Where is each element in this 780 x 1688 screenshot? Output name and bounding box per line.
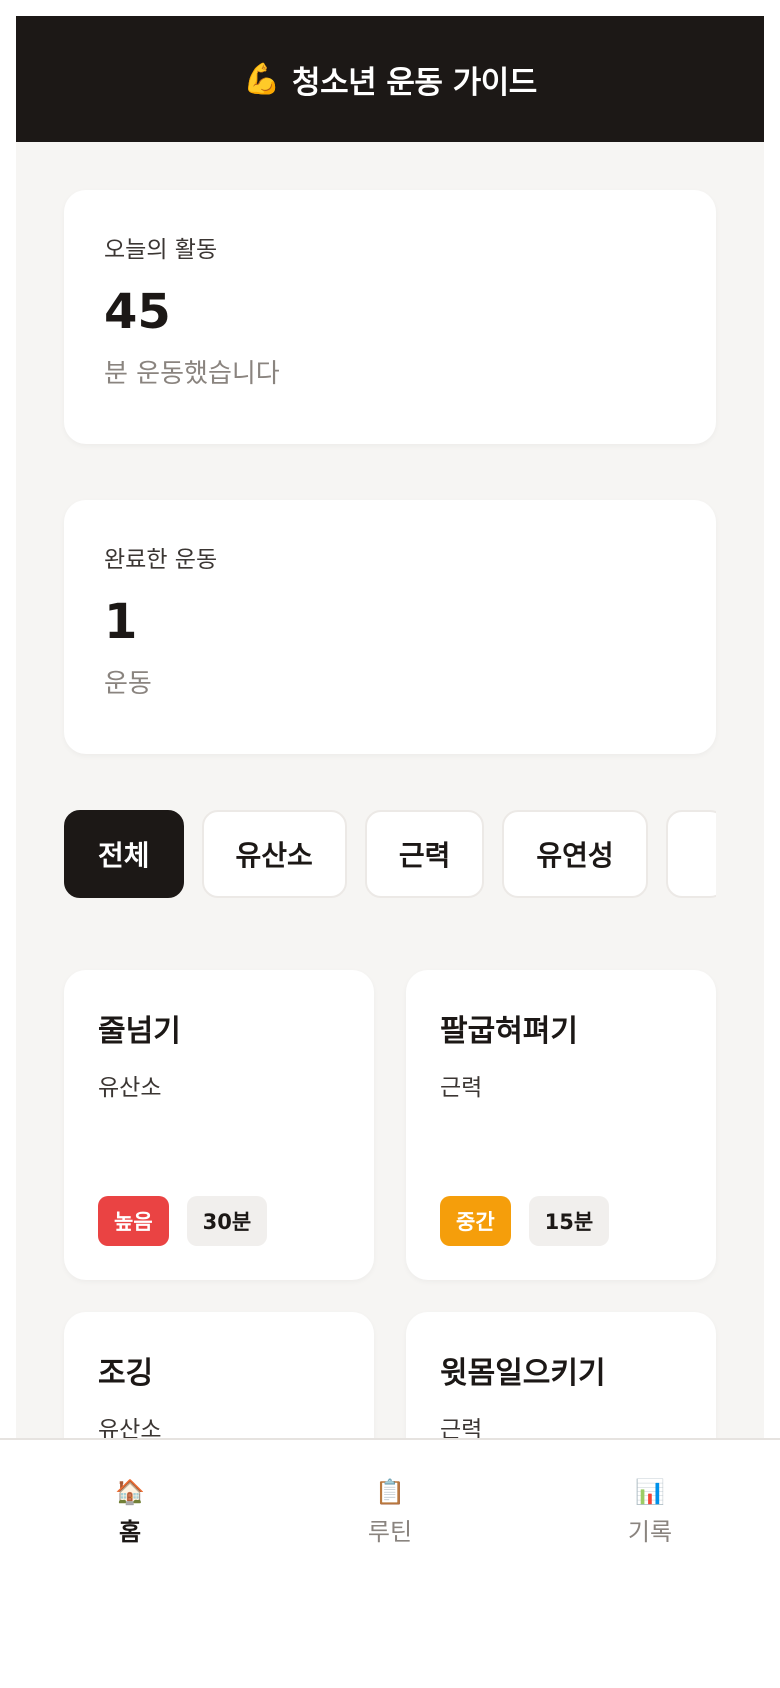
flexed-biceps-icon: 💪 xyxy=(243,61,281,97)
filter-chip-more[interactable] xyxy=(665,810,716,898)
nav-label: 기록 xyxy=(627,1518,673,1546)
exercise-card[interactable]: 윗몸일으키기 근력 xyxy=(406,1312,716,1456)
nav-item-records[interactable]: 📊 기록 xyxy=(520,1440,780,1568)
filter-chip-cardio[interactable]: 유산소 xyxy=(201,810,347,898)
clipboard-icon: 📋 xyxy=(375,1478,405,1506)
exercise-name: 조깅 xyxy=(98,1356,154,1391)
exercise-category: 근력 xyxy=(440,1075,483,1101)
filter-chip-flexibility[interactable]: 유연성 xyxy=(502,810,648,898)
exercise-tags: 중간 15분 xyxy=(440,1196,610,1246)
intensity-badge: 높음 xyxy=(98,1196,169,1246)
stat-unit: 분 운동했습니다 xyxy=(104,358,280,389)
stat-label: 완료한 운동 xyxy=(104,547,218,573)
exercise-tags: 높음 30분 xyxy=(98,1196,268,1246)
app-header: 💪 청소년 운동 가이드 xyxy=(16,16,764,142)
exercise-card[interactable]: 조깅 유산소 xyxy=(64,1312,374,1456)
exercise-card[interactable]: 팔굽혀펴기 근력 중간 15분 xyxy=(406,970,716,1280)
stat-label: 오늘의 활동 xyxy=(104,237,218,263)
exercise-grid: 줄넘기 유산소 높음 30분 팔굽혀펴기 근력 중간 15분 조깅 유산소 윗몸… xyxy=(64,970,716,1456)
exercise-category: 유산소 xyxy=(98,1075,162,1101)
stat-value: 45 xyxy=(104,284,171,340)
exercise-name: 윗몸일으키기 xyxy=(440,1356,606,1391)
stat-unit: 운동 xyxy=(104,668,152,699)
intensity-badge: 중간 xyxy=(440,1196,511,1246)
exercise-name: 줄넘기 xyxy=(98,1014,181,1049)
nav-item-home[interactable]: 🏠 홈 xyxy=(0,1440,260,1568)
completed-exercises-card: 완료한 운동 1 운동 xyxy=(64,500,716,754)
filter-chip-strength[interactable]: 근력 xyxy=(364,810,485,898)
duration-badge: 30분 xyxy=(186,1196,268,1246)
app-title: 청소년 운동 가이드 xyxy=(292,64,537,101)
bottom-navigation: 🏠 홈 📋 루틴 📊 기록 xyxy=(0,1438,780,1568)
stat-value: 1 xyxy=(104,594,138,650)
nav-label: 홈 xyxy=(118,1518,142,1546)
category-filter-bar: 전체 유산소 근력 유연성 xyxy=(64,810,716,898)
bar-chart-icon: 📊 xyxy=(635,1478,665,1506)
app-screen: 💪 청소년 운동 가이드 오늘의 활동 45 분 운동했습니다 완료한 운동 1… xyxy=(16,16,764,1456)
main-content: 오늘의 활동 45 분 운동했습니다 완료한 운동 1 운동 전체 유산소 근력… xyxy=(16,142,764,1456)
exercise-card[interactable]: 줄넘기 유산소 높음 30분 xyxy=(64,970,374,1280)
duration-badge: 15분 xyxy=(528,1196,610,1246)
exercise-name: 팔굽혀펴기 xyxy=(440,1014,578,1049)
today-activity-card: 오늘의 활동 45 분 운동했습니다 xyxy=(64,190,716,444)
home-icon: 🏠 xyxy=(115,1478,145,1506)
nav-label: 루틴 xyxy=(367,1518,413,1546)
nav-item-routine[interactable]: 📋 루틴 xyxy=(260,1440,520,1568)
filter-chip-all[interactable]: 전체 xyxy=(64,810,184,898)
